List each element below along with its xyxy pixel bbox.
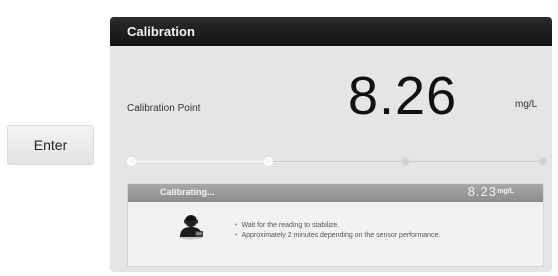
status-bar: Calibrating... 8.23 mg/L	[128, 184, 543, 202]
sensor-person-icon	[179, 215, 203, 240]
status-unit: mg/L	[497, 188, 514, 195]
status-box: Calibrating... 8.23 mg/L Wait for the re…	[127, 183, 544, 267]
tip-item: Wait for the reading to stabilize.	[235, 221, 440, 231]
progress-step-dot	[126, 157, 136, 166]
progress-step-dot	[400, 157, 410, 166]
status-text: Calibrating...	[160, 187, 215, 197]
progress-fill	[131, 161, 268, 162]
progress-step-dot	[263, 157, 273, 166]
tips-list: Wait for the reading to stabilize. Appro…	[235, 221, 440, 241]
enter-button[interactable]: Enter	[7, 125, 94, 165]
calibration-point-value: 8.26	[348, 66, 458, 126]
progress-step-dot	[537, 157, 547, 166]
status-reading: 8.23	[467, 184, 497, 199]
tip-item: Approximately 2 minutes depending on the…	[235, 231, 440, 241]
panel-title: Calibration	[127, 24, 195, 39]
screen: Enter Calibration Calibration Point 8.26…	[0, 0, 558, 276]
panel-header: Calibration	[110, 17, 552, 46]
calibration-point-unit: mg/L	[515, 99, 538, 110]
calibration-panel: Calibration Calibration Point 8.26 mg/L …	[110, 17, 552, 272]
calibration-point-label: Calibration Point	[127, 103, 201, 114]
